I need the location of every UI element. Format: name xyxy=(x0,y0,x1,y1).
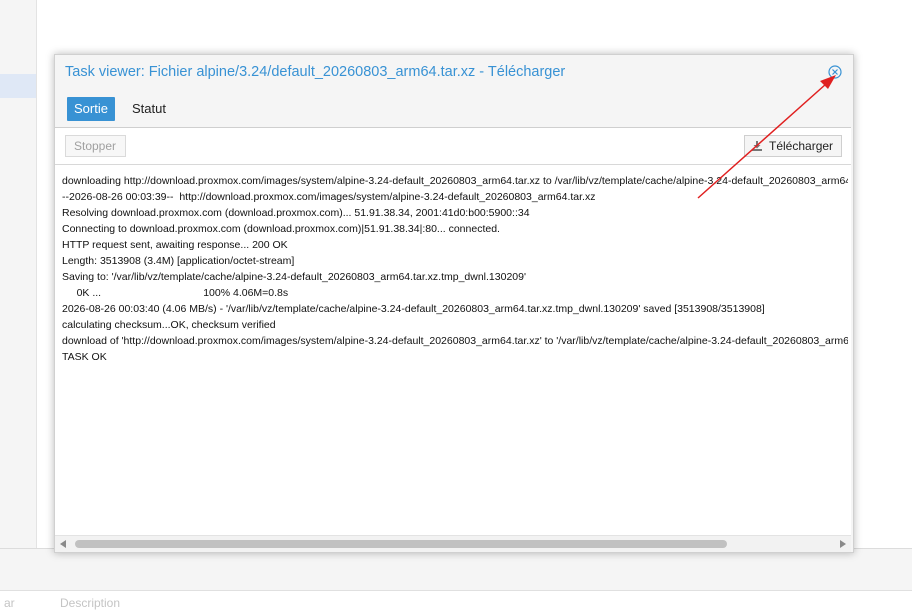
log-line: 0K ... 100% 4.06M=0.8s xyxy=(62,287,289,299)
output-toolbar: Stopper Télécharger xyxy=(55,128,851,165)
log-line: HTTP request sent, awaiting response... … xyxy=(62,239,288,251)
log-line: 2026-08-26 00:03:40 (4.06 MB/s) - '/var/… xyxy=(62,303,765,315)
scroll-right-arrow-icon[interactable] xyxy=(840,540,846,548)
task-log-output: downloading http://download.proxmox.com/… xyxy=(62,173,848,533)
close-circle-icon[interactable] xyxy=(828,65,842,79)
log-line: Length: 3513908 (3.4M) [application/octe… xyxy=(62,255,295,267)
task-viewer-window: Task viewer: Fichier alpine/3.24/default… xyxy=(54,54,854,553)
stop-button[interactable]: Stopper xyxy=(65,135,126,157)
log-line: --2026-08-26 00:03:39-- http://download.… xyxy=(62,191,596,203)
log-line: Saving to: '/var/lib/vz/template/cache/a… xyxy=(62,271,526,283)
output-panel: Stopper Télécharger downloading http://d… xyxy=(55,127,851,552)
background-selected-row xyxy=(0,74,36,98)
tab-sortie[interactable]: Sortie xyxy=(67,97,115,121)
log-line: downloading http://download.proxmox.com/… xyxy=(62,175,848,187)
background-grid-header xyxy=(0,590,912,611)
horizontal-scrollbar[interactable] xyxy=(55,535,851,552)
download-icon xyxy=(752,141,762,151)
background-column-label: ar xyxy=(4,596,15,610)
download-button-label: Télécharger xyxy=(769,139,834,153)
log-line: download of 'http://download.proxmox.com… xyxy=(62,335,848,347)
tab-statut[interactable]: Statut xyxy=(125,97,173,121)
log-line: TASK OK xyxy=(62,351,107,363)
scroll-left-arrow-icon[interactable] xyxy=(60,540,66,548)
log-line: Resolving download.proxmox.com (download… xyxy=(62,207,530,219)
download-button[interactable]: Télécharger xyxy=(744,135,842,157)
window-title: Task viewer: Fichier alpine/3.24/default… xyxy=(65,64,566,80)
background-description-header: Description xyxy=(60,596,121,610)
log-line: calculating checksum...OK, checksum veri… xyxy=(62,319,276,331)
log-line: Connecting to download.proxmox.com (down… xyxy=(62,223,500,235)
scrollbar-thumb[interactable] xyxy=(75,540,727,548)
